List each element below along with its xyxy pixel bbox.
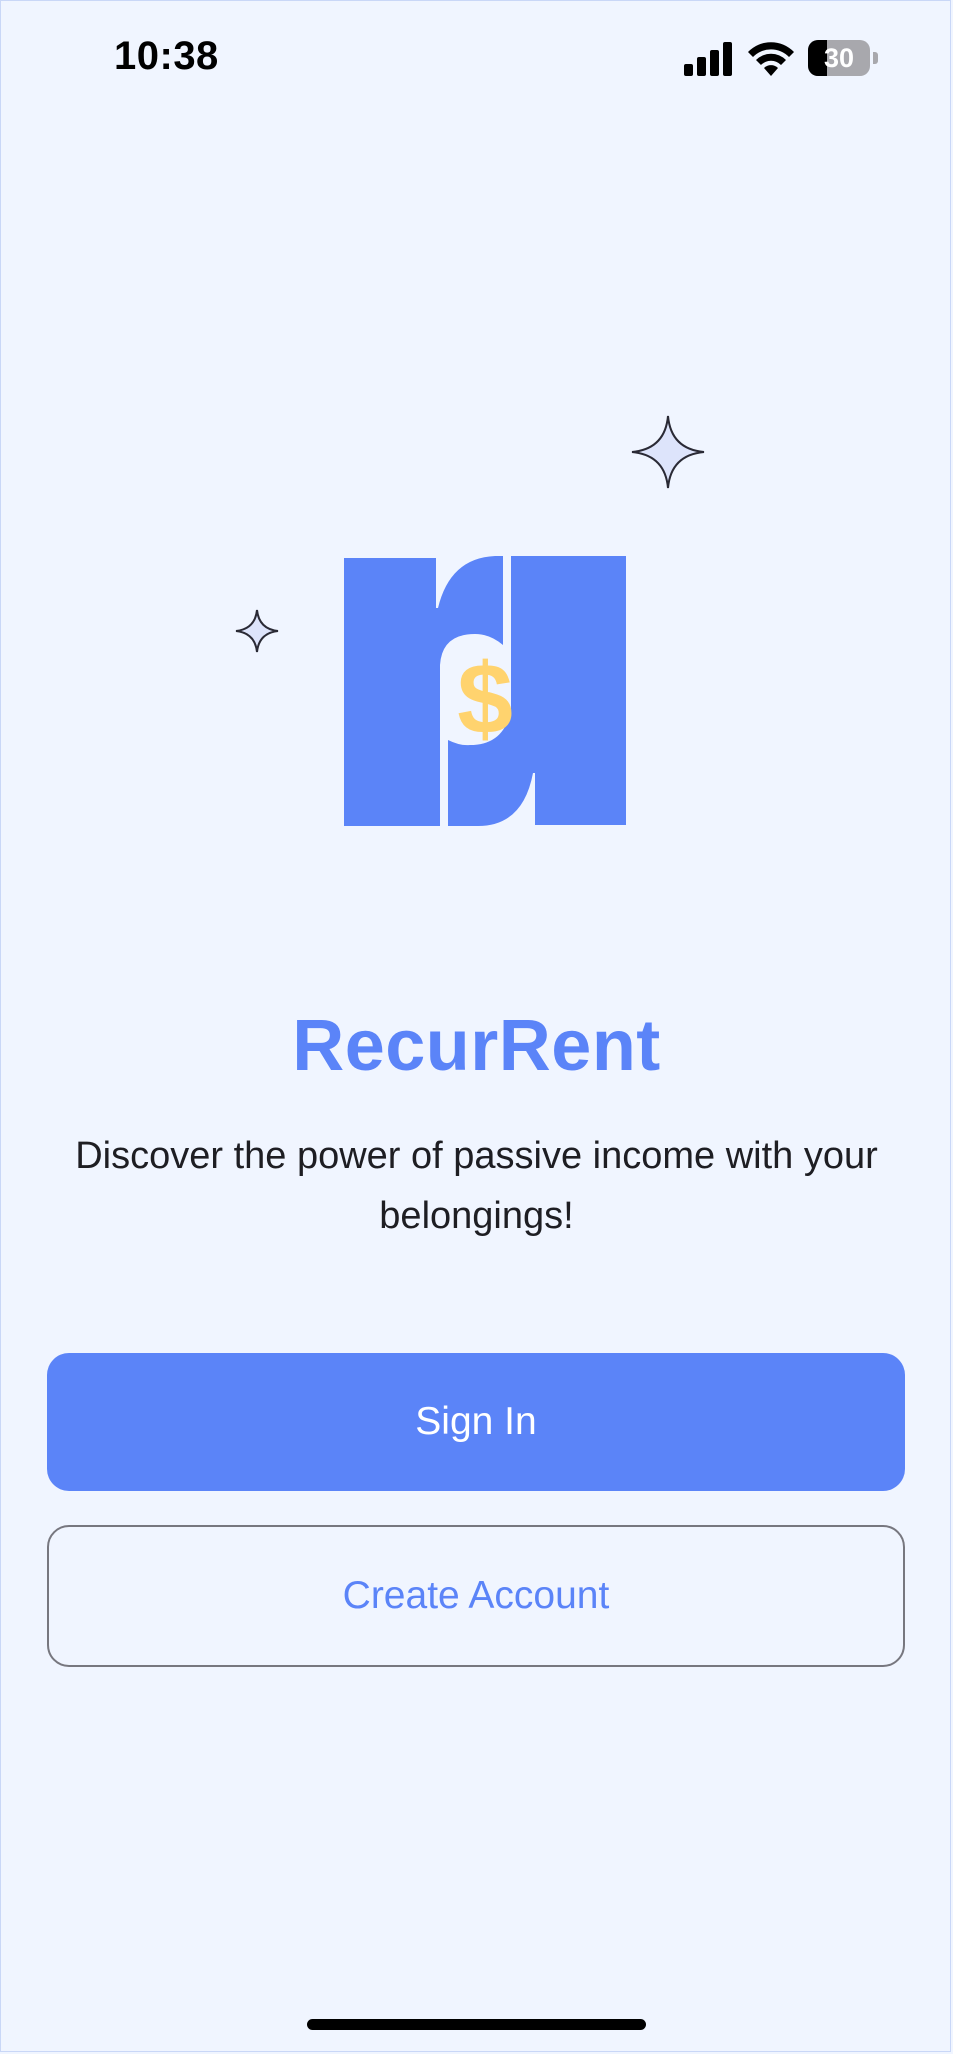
app-title: RecurRent [292,1006,661,1086]
signal-icon [684,42,732,76]
battery-body: 30 [808,40,870,76]
create-account-button[interactable]: Create Account [47,1525,905,1667]
tagline: Discover the power of passive income wit… [75,1135,878,1237]
status-time: 10:38 [114,34,219,78]
recurrent-logo-icon: $ [344,556,626,826]
sparkle-small-icon [235,609,279,653]
dollar-sign: $ [457,643,513,755]
battery-cap [873,52,878,64]
wifi-icon [748,42,794,76]
status-bar: 10:38 30 [0,0,953,120]
battery-icon: 30 [808,40,878,78]
battery-percentage: 30 [823,43,855,73]
home-indicator[interactable] [307,2019,646,2030]
sign-in-button[interactable]: Sign In [47,1353,905,1491]
sparkle-icon [631,415,705,489]
